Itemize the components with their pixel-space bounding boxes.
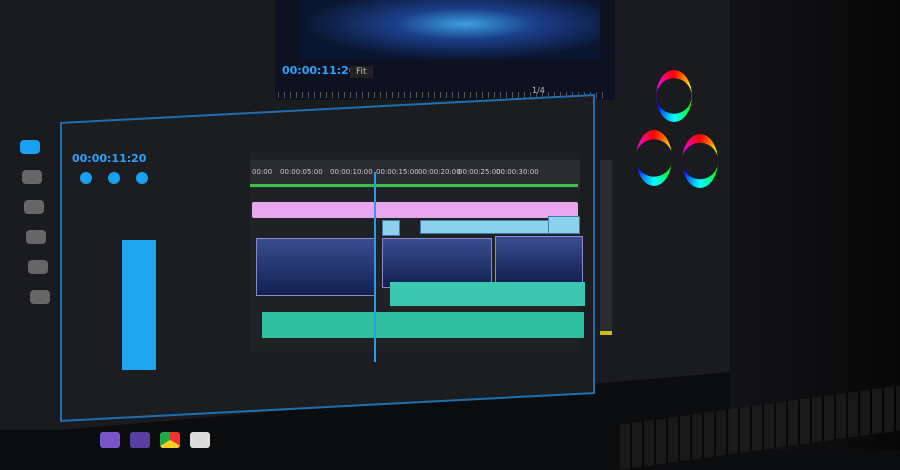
app-icon[interactable] <box>100 432 120 448</box>
program-timecode: 00:00:11:20 <box>282 64 357 77</box>
ruler-tick: 00:00:10:00 <box>330 168 373 176</box>
ruler-tick: 00:00:30:00 <box>496 168 539 176</box>
ruler-tick: 00:00 <box>252 168 273 176</box>
track-select-tool-icon[interactable] <box>22 170 42 184</box>
color-wheel-highlights[interactable] <box>682 134 718 188</box>
zoom-select[interactable]: Fit <box>350 66 373 78</box>
color-wheel-shadows[interactable] <box>656 70 692 122</box>
ruler-tick: 00:00:15:00 <box>376 168 419 176</box>
video-clip[interactable] <box>495 236 583 284</box>
ruler-tick: 00:00:25:00 <box>458 168 501 176</box>
taskbar <box>100 432 260 450</box>
ripple-edit-tool-icon[interactable] <box>24 200 44 214</box>
program-video-frame <box>300 0 600 60</box>
video-clip[interactable] <box>256 238 376 296</box>
playhead[interactable] <box>374 172 376 362</box>
background <box>730 0 900 450</box>
ruler-tick: 00:00:05:00 <box>280 168 323 176</box>
audio-meter <box>600 160 612 335</box>
sequence-timecode: 00:00:11:20 <box>72 152 147 165</box>
add-marker-icon[interactable] <box>136 172 148 184</box>
chrome-icon[interactable] <box>160 432 180 448</box>
razor-tool-icon[interactable] <box>26 230 46 244</box>
work-area-bar[interactable] <box>250 184 578 187</box>
title-clip[interactable] <box>252 202 578 218</box>
slip-tool-icon[interactable] <box>28 260 48 274</box>
video-clip[interactable] <box>548 216 580 234</box>
snap-icon[interactable] <box>80 172 92 184</box>
audio-clip[interactable] <box>390 282 585 306</box>
color-wheel-midtones[interactable] <box>636 130 672 186</box>
ruler-tick: 00:00:20:00 <box>418 168 461 176</box>
app-icon[interactable] <box>130 432 150 448</box>
video-clip[interactable] <box>382 220 400 236</box>
track-targeting[interactable] <box>122 240 156 370</box>
video-clip[interactable] <box>382 238 492 288</box>
app-icon[interactable] <box>190 432 210 448</box>
linked-selection-icon[interactable] <box>108 172 120 184</box>
audio-clip[interactable] <box>262 312 584 338</box>
pen-tool-icon[interactable] <box>30 290 50 304</box>
video-clip[interactable] <box>420 220 550 234</box>
selection-tool-icon[interactable] <box>20 140 40 154</box>
